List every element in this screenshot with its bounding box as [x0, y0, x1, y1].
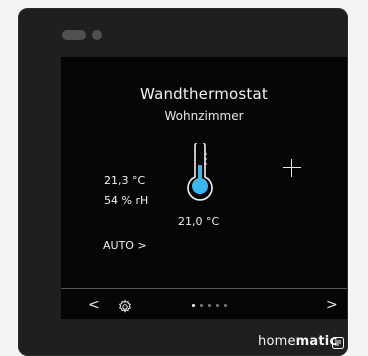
page-dot-1 — [192, 304, 195, 307]
page-dot-2 — [200, 304, 203, 307]
page-dot-3 — [208, 304, 211, 307]
brand-badge-icon — [332, 334, 344, 349]
increase-temperature-button[interactable] — [281, 157, 303, 179]
previous-page-button[interactable]: < — [88, 297, 100, 313]
nav-divider — [61, 288, 347, 289]
current-temperature: 21,3 °C — [104, 174, 146, 187]
page-dot-5 — [224, 304, 227, 307]
mode-button[interactable]: AUTO > — [103, 239, 147, 252]
device-frame: Wandthermostat Wohnzimmer 21,3 °C 54 % r… — [18, 8, 348, 356]
thermometer-icon — [179, 140, 219, 201]
humidity-value: 54 % rH — [104, 194, 149, 207]
sensor-indicator — [62, 30, 86, 40]
brand-logo: homematic — [258, 334, 338, 349]
sensor-dot — [92, 30, 102, 40]
next-page-button[interactable]: > — [326, 297, 338, 313]
page-dot-4 — [216, 304, 219, 307]
page-indicator — [192, 304, 232, 308]
device-title: Wandthermostat — [140, 85, 268, 103]
chevron-right-icon: > — [137, 239, 147, 252]
gear-icon[interactable] — [117, 299, 133, 315]
mode-label: AUTO — [103, 239, 134, 252]
setpoint-temperature: 21,0 °C — [178, 215, 220, 228]
thermostat-screen: Wandthermostat Wohnzimmer 21,3 °C 54 % r… — [61, 57, 347, 319]
room-label: Wohnzimmer — [164, 109, 244, 123]
